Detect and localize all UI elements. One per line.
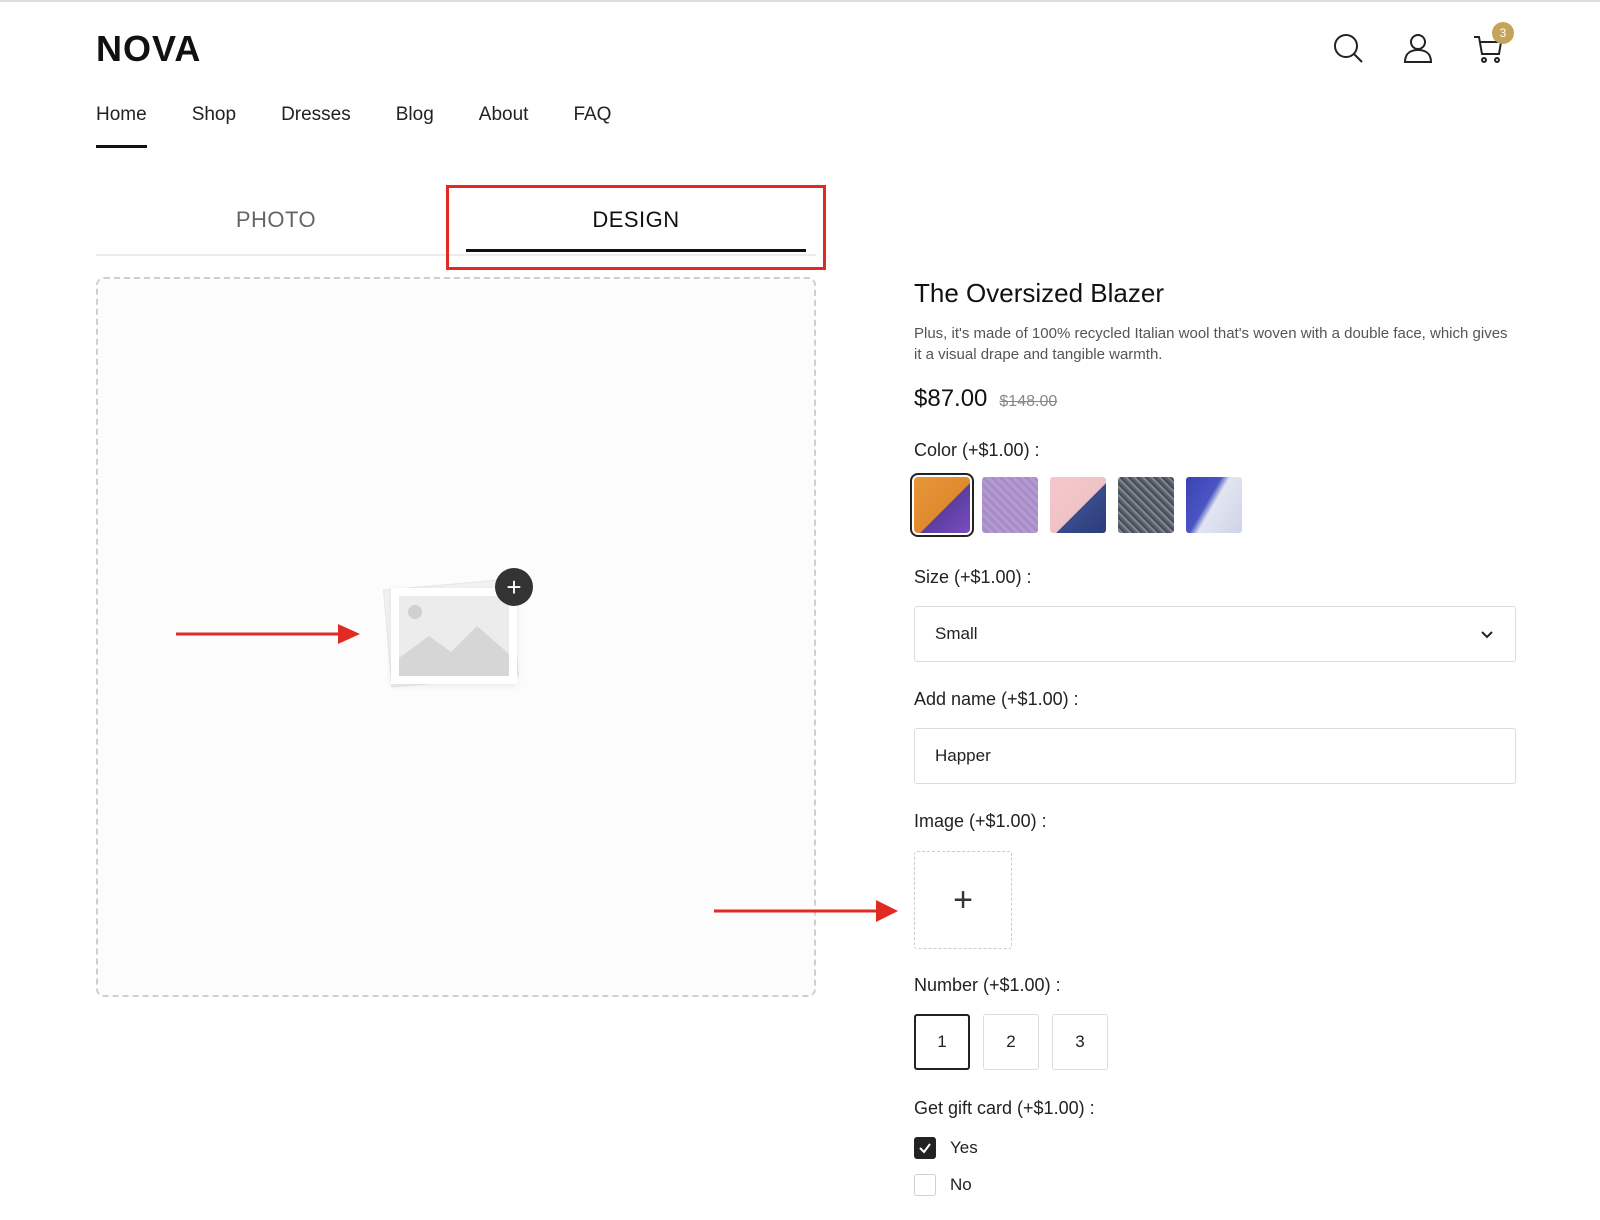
name-label: Add name (+$1.00) :	[914, 689, 1079, 709]
header-icons: 3	[1332, 22, 1514, 66]
add-image-plus-icon[interactable]: +	[495, 568, 533, 606]
product-description: Plus, it's made of 100% recycled Italian…	[914, 325, 1508, 363]
image-label: Image (+$1.00) :	[914, 811, 1047, 831]
gift-card-options: Yes No	[914, 1136, 978, 1210]
checkbox-no[interactable]	[914, 1174, 936, 1196]
tab-photo[interactable]: PHOTO	[96, 184, 456, 256]
size-select-value: Small	[935, 624, 978, 643]
color-swatch-1[interactable]	[910, 473, 974, 537]
current-price: $87.00	[914, 385, 988, 412]
cart-count-badge: 3	[1492, 22, 1514, 44]
checkbox-yes[interactable]	[914, 1137, 936, 1159]
nav-item-shop[interactable]: Shop	[192, 104, 236, 148]
gift-option-yes[interactable]: Yes	[914, 1136, 978, 1160]
image-upload-button[interactable]: +	[914, 851, 1012, 949]
arrow-to-canvas-icon	[176, 624, 360, 644]
number-options: 1 2 3	[914, 1014, 1108, 1070]
gift-card-label: Get gift card (+$1.00) :	[914, 1098, 1095, 1118]
price-row: $87.00 $148.00	[914, 385, 1516, 413]
original-price: $148.00	[999, 393, 1058, 410]
chevron-down-icon	[1481, 631, 1493, 639]
product-title: The Oversized Blazer	[914, 278, 1164, 308]
plus-icon: +	[953, 880, 973, 919]
arrow-to-upload-icon	[714, 900, 898, 922]
gift-option-no-label: No	[950, 1175, 972, 1194]
color-swatch-4[interactable]	[1118, 477, 1174, 533]
number-option-1[interactable]: 1	[914, 1014, 970, 1070]
product-info: The Oversized Blazer Plus, it's made of …	[914, 278, 1516, 413]
color-swatch-2[interactable]	[982, 477, 1038, 533]
logo[interactable]: NOVA	[96, 28, 201, 70]
nav-item-faq[interactable]: FAQ	[573, 104, 611, 148]
top-border	[0, 0, 1600, 2]
color-swatch-3[interactable]	[1050, 477, 1106, 533]
image-placeholder-icon	[391, 588, 517, 684]
number-option-2[interactable]: 2	[983, 1014, 1039, 1070]
gift-option-no[interactable]: No	[914, 1173, 978, 1197]
name-input[interactable]	[914, 728, 1516, 784]
nav-item-home[interactable]: Home	[96, 104, 147, 148]
design-tab-highlight	[446, 185, 826, 270]
size-label: Size (+$1.00) :	[914, 567, 1032, 587]
nav-item-dresses[interactable]: Dresses	[281, 104, 351, 148]
nav-item-blog[interactable]: Blog	[396, 104, 434, 148]
number-label: Number (+$1.00) :	[914, 975, 1061, 995]
tab-photo-label: PHOTO	[235, 207, 317, 232]
main-nav: Home Shop Dresses Blog About FAQ	[96, 104, 611, 148]
check-icon	[919, 1143, 931, 1154]
cart-icon[interactable]: 3	[1472, 22, 1514, 66]
color-swatches	[910, 473, 1242, 537]
number-option-3[interactable]: 3	[1052, 1014, 1108, 1070]
gift-option-yes-label: Yes	[950, 1138, 978, 1157]
search-icon[interactable]	[1332, 30, 1364, 66]
color-label: Color (+$1.00) :	[914, 440, 1040, 460]
nav-item-about[interactable]: About	[479, 104, 529, 148]
size-select[interactable]: Small	[914, 606, 1516, 662]
add-image-placeholder[interactable]: +	[382, 568, 535, 690]
color-swatch-5[interactable]	[1186, 477, 1242, 533]
user-icon[interactable]	[1402, 30, 1434, 66]
